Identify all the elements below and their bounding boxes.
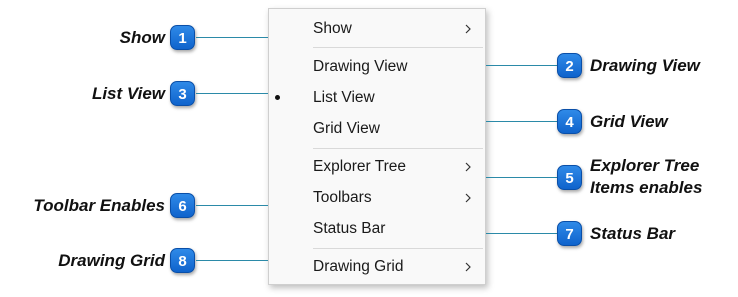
- menu-item-label: Show: [313, 20, 352, 37]
- callout-badge-4: 4: [557, 109, 582, 134]
- menu-item-label: Drawing View: [313, 58, 408, 75]
- menu-item-label: Explorer Tree: [313, 158, 407, 175]
- menu-item-label: Drawing Grid: [313, 258, 404, 275]
- menu-item-label: List View: [313, 89, 375, 106]
- selected-bullet-icon: [275, 95, 280, 100]
- menu-item-show[interactable]: Show: [269, 14, 485, 44]
- chevron-right-icon: [465, 162, 471, 172]
- menu-item-label: Toolbars: [313, 189, 372, 206]
- callout-text-drawing-grid: Drawing Grid: [58, 251, 165, 270]
- menu-item-label: Status Bar: [313, 220, 386, 237]
- menu-separator: [313, 148, 483, 149]
- context-menu: Show Drawing View List View Grid View Ex…: [268, 8, 486, 285]
- callout-text-explorer-tree: Explorer Tree: [590, 156, 700, 175]
- menu-item-drawing-view[interactable]: Drawing View: [269, 52, 485, 82]
- callout-text-status-bar: Status Bar: [590, 224, 676, 243]
- menu-item-explorer-tree[interactable]: Explorer Tree: [269, 152, 485, 182]
- menu-item-grid-view[interactable]: Grid View: [269, 114, 485, 144]
- callout-connector: [196, 205, 268, 206]
- callout-text-items-enables: Items enables: [590, 178, 703, 197]
- callout-connector: [486, 233, 557, 234]
- menu-item-toolbars[interactable]: Toolbars: [269, 183, 485, 213]
- menu-item-status-bar[interactable]: Status Bar: [269, 214, 485, 244]
- menu-separator: [313, 47, 483, 48]
- callout-text-list-view: List View: [91, 84, 165, 103]
- chevron-right-icon: [465, 24, 471, 34]
- menu-item-drawing-grid[interactable]: Drawing Grid: [269, 252, 485, 282]
- callout-text-toolbar-enables: Toolbar Enables: [33, 196, 165, 215]
- callout-badge-2: 2: [557, 53, 582, 78]
- callout-text-show: Show: [119, 28, 165, 47]
- callout-badge-3: 3: [170, 81, 195, 106]
- chevron-right-icon: [465, 262, 471, 272]
- callout-connector: [196, 260, 268, 261]
- callout-connector: [486, 121, 557, 122]
- menu-item-label: Grid View: [313, 120, 380, 137]
- callout-badge-5: 5: [557, 165, 582, 190]
- callout-connector: [196, 37, 268, 38]
- callout-badge-7: 7: [557, 221, 582, 246]
- menu-item-list-view[interactable]: List View: [269, 83, 485, 113]
- callout-connector: [486, 177, 557, 178]
- callout-badge-8: 8: [170, 248, 195, 273]
- menu-separator: [313, 248, 483, 249]
- callout-text-grid-view: Grid View: [590, 112, 668, 131]
- callout-connector: [486, 65, 557, 66]
- callout-text-drawing-view: Drawing View: [590, 56, 700, 75]
- callout-connector: [196, 93, 268, 94]
- callout-badge-1: 1: [170, 25, 195, 50]
- callout-badge-6: 6: [170, 193, 195, 218]
- chevron-right-icon: [465, 193, 471, 203]
